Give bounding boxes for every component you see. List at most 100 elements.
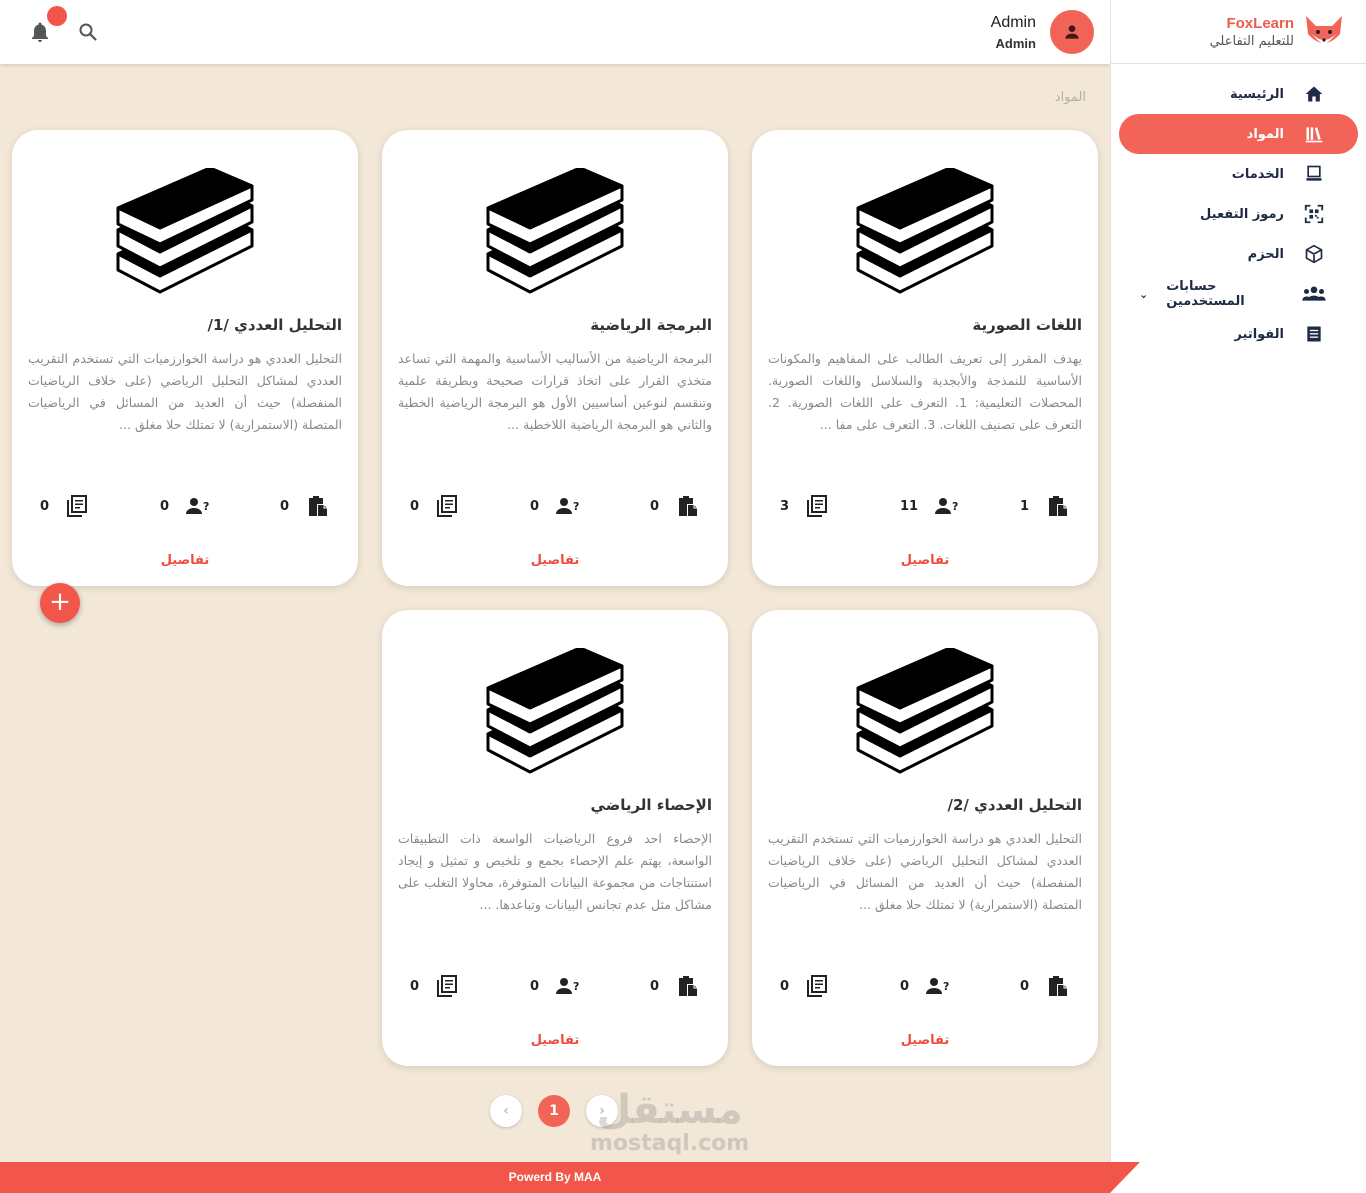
pages-icon [67, 495, 88, 517]
stat-clipboard: 0 [650, 494, 699, 518]
subject-card: التحليل العددي /2/ التحليل العددي هو درا… [752, 610, 1098, 1066]
user-menu[interactable]: Admin Admin [991, 10, 1094, 54]
users-icon [1302, 286, 1326, 301]
subject-card: التحليل العددي /1/ التحليل العددي هو درا… [12, 130, 358, 586]
brand-subtitle: للتعليم التفاعلي [1209, 33, 1294, 49]
add-subject-button[interactable]: + [40, 583, 80, 623]
card-description: التحليل العددي هو دراسة الخوارزميات التي… [768, 831, 1082, 912]
stat-users: 0? [160, 494, 209, 518]
sidebar: FoxLearn للتعليم التفاعلي الرئيسية الموا… [1110, 0, 1366, 1193]
details-link[interactable]: تفاصيل [382, 1033, 728, 1048]
clipboard-icon [679, 976, 698, 996]
user-question-icon: ? [556, 978, 579, 994]
details-link[interactable]: تفاصيل [382, 553, 728, 568]
stat-value: 0 [1020, 978, 1030, 994]
brand[interactable]: FoxLearn للتعليم التفاعلي [1111, 0, 1366, 64]
notification-badge [47, 6, 67, 26]
package-icon [1305, 244, 1323, 264]
sidebar-item-label: الفواتير [1234, 326, 1284, 342]
search-icon[interactable] [76, 20, 100, 44]
stat-value: 0 [280, 498, 290, 514]
svg-text:?: ? [203, 500, 209, 513]
top-header: Admin Admin [0, 0, 1110, 64]
subject-card: الإحصاء الرياضي الإحصاء احد فروع الرياضي… [382, 610, 728, 1066]
stat-value: 0 [650, 978, 660, 994]
card-stats: 0 0? 0 [36, 494, 330, 522]
clipboard-icon [1049, 496, 1068, 516]
prev-page-button[interactable]: ‹ [490, 1095, 522, 1127]
stat-pages: 0 [780, 974, 829, 998]
watermark-arabic: مستقل [596, 1087, 743, 1133]
sidebar-item-activation-codes[interactable]: رموز التفعيل [1119, 194, 1358, 234]
books-stack-icon [856, 168, 994, 294]
pages-icon [437, 495, 458, 517]
stat-value: 3 [780, 498, 790, 514]
user-question-icon: ? [556, 498, 579, 514]
watermark-url: mostaql.com [590, 1131, 750, 1156]
stat-value: 0 [40, 498, 50, 514]
sidebar-item-user-accounts[interactable]: ⌄ حسابات المستخدمين [1119, 274, 1358, 314]
pages-icon [807, 975, 828, 997]
stat-clipboard: 0 [280, 494, 329, 518]
details-link[interactable]: تفاصيل [12, 553, 358, 568]
details-link[interactable]: تفاصيل [752, 553, 1098, 568]
sidebar-item-services[interactable]: الخدمات [1119, 154, 1358, 194]
avatar[interactable] [1050, 10, 1094, 54]
card-description: البرمجة الرياضية من الأساليب الأساسية وا… [398, 351, 712, 432]
card-stats: 0 0? 0 [406, 494, 700, 522]
sidebar-item-home[interactable]: الرئيسية [1119, 74, 1358, 114]
chevron-down-icon[interactable]: ⌄ [1139, 288, 1148, 301]
card-description: الإحصاء احد فروع الرياضيات الواسعة ذات ا… [398, 831, 712, 912]
card-title: اللغات الصورية [972, 316, 1082, 334]
user-question-icon: ? [935, 498, 958, 514]
sidebar-item-label: حسابات المستخدمين [1166, 279, 1245, 309]
stat-value: 0 [410, 978, 420, 994]
sidebar-item-label: رموز التفعيل [1200, 206, 1284, 222]
stat-value: 1 [1020, 498, 1030, 514]
svg-text:?: ? [952, 500, 958, 513]
stat-users: 11? [900, 494, 958, 518]
footer: Powerd By MAA [0, 1162, 1110, 1193]
sidebar-item-label: الحزم [1247, 246, 1284, 262]
stat-value: 0 [530, 978, 540, 994]
stat-value: 0 [410, 498, 420, 514]
subject-card: البرمجة الرياضية البرمجة الرياضية من الأ… [382, 130, 728, 586]
svg-text:?: ? [943, 980, 949, 993]
sidebar-item-invoices[interactable]: الفواتير [1119, 314, 1358, 354]
sidebar-item-packages[interactable]: الحزم [1119, 234, 1358, 274]
notification-bell-icon[interactable] [28, 20, 52, 44]
page-number[interactable]: 1 [538, 1095, 570, 1127]
invoice-icon [1307, 326, 1321, 342]
stat-value: 0 [160, 498, 170, 514]
home-icon [1305, 86, 1323, 102]
card-stats: 0 0? 0 [406, 974, 700, 1002]
svg-text:?: ? [573, 500, 579, 513]
stat-pages: 3 [780, 494, 829, 518]
user-info: Admin Admin [991, 14, 1036, 51]
details-link[interactable]: تفاصيل [752, 1033, 1098, 1048]
user-name: Admin [990, 13, 1036, 31]
books-stack-icon [486, 168, 624, 294]
stat-pages: 0 [410, 494, 459, 518]
stat-pages: 0 [410, 974, 459, 998]
breadcrumb: المواد [1054, 90, 1086, 105]
user-question-icon: ? [926, 978, 949, 994]
subject-card: اللغات الصورية يهدف المقرر إلى تعريف الط… [752, 130, 1098, 586]
stat-clipboard: 0 [1020, 974, 1069, 998]
stat-pages: 0 [40, 494, 89, 518]
fox-logo-icon [1306, 15, 1342, 44]
stat-value: 0 [650, 498, 660, 514]
sidebar-item-subjects[interactable]: المواد [1119, 114, 1358, 154]
pages-icon [807, 495, 828, 517]
clipboard-icon [309, 496, 328, 516]
svg-text:?: ? [573, 980, 579, 993]
books-stack-icon [856, 648, 994, 774]
watermark: مستقل mostaql.com [590, 1088, 749, 1156]
books-icon [1305, 127, 1323, 143]
sidebar-nav: الرئيسية المواد الخدمات رموز التفعيل الح… [1111, 74, 1366, 354]
footer-tail [1110, 1162, 1140, 1193]
card-description: يهدف المقرر إلى تعريف الطالب على المفاهي… [768, 351, 1082, 432]
stat-users: 0? [530, 494, 579, 518]
laptop-icon [1306, 165, 1322, 181]
stat-users: 0? [530, 974, 579, 998]
